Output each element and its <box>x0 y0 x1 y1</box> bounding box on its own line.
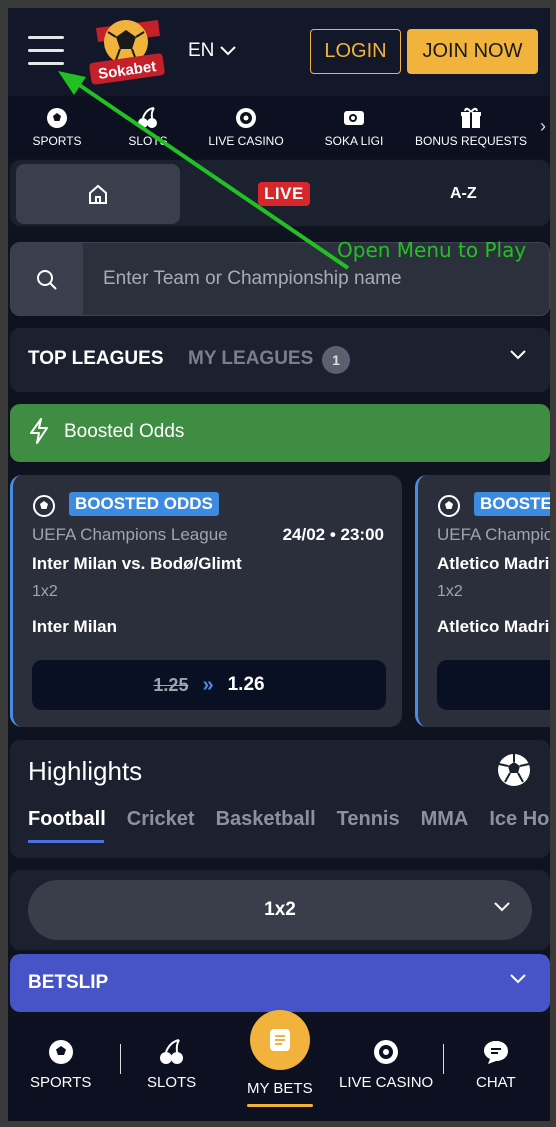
tab-cricket[interactable]: Cricket <box>127 808 195 831</box>
home-icon <box>89 184 107 204</box>
join-now-button[interactable]: JOIN NOW <box>407 29 538 74</box>
boosted-odds-badge: BOOSTED ODDS <box>474 492 550 516</box>
roulette-icon <box>236 108 256 128</box>
highlights-panel: Highlights Football Cricket Basketball T… <box>10 740 550 858</box>
tab-live[interactable]: LIVE <box>258 182 310 206</box>
tab-football[interactable]: Football <box>28 808 106 831</box>
category-label: BONUS REQUESTS <box>414 134 528 148</box>
cherries-icon <box>159 1039 183 1064</box>
annotation-text: Open Menu to Play <box>337 238 527 262</box>
language-selector[interactable]: EN <box>188 40 237 62</box>
divider <box>120 1044 121 1074</box>
chevron-down-icon <box>220 46 237 56</box>
selection-name: Atletico Madrid <box>437 617 550 636</box>
bottom-nav-label: SLOTS <box>147 1074 197 1091</box>
tab-ice-hockey[interactable]: Ice Hockey <box>489 808 550 831</box>
category-sports[interactable]: SPORTS <box>8 96 106 158</box>
tab-my-leagues[interactable]: MY LEAGUES <box>188 348 313 370</box>
tab-basketball[interactable]: Basketball <box>216 808 316 831</box>
tab-az[interactable]: A-Z <box>450 185 477 203</box>
chat-bubble-icon <box>483 1041 508 1064</box>
boosted-odds-label: Boosted Odds <box>64 421 185 442</box>
soccer-ball-icon <box>438 495 460 517</box>
soccer-ball-icon <box>47 108 67 128</box>
bottom-nav-chat[interactable]: CHAT <box>476 1038 516 1091</box>
sport-tabs: Football Cricket Basketball Tennis MMA I… <box>28 808 550 831</box>
bottom-nav-label: LIVE CASINO <box>339 1074 434 1091</box>
category-live-casino[interactable]: LIVE CASINO <box>190 96 302 158</box>
soccer-ball-icon <box>48 1040 73 1064</box>
cherries-icon <box>138 107 157 128</box>
betslip-bar[interactable]: BETSLIP <box>10 954 550 1012</box>
boosted-odds-button[interactable]: 1.25 » 1.26 <box>32 660 386 710</box>
boosted-odds-button[interactable] <box>437 660 550 710</box>
leagues-bar: TOP LEAGUES MY LEAGUES 1 <box>10 328 550 392</box>
search-button[interactable] <box>11 243 83 315</box>
gift-icon <box>461 107 481 128</box>
app-frame: Sokabet EN LOGIN JOIN NOW SPORTS SLOTS L… <box>8 8 550 1121</box>
betslip-label: BETSLIP <box>28 972 109 993</box>
league-name: UEFA Champions League <box>32 525 228 544</box>
bottom-nav-label[interactable]: MY BETS <box>247 1080 313 1097</box>
boost-card[interactable]: BOOSTED ODDS UEFA Champions League Atlet… <box>415 475 550 727</box>
new-odds: 1.26 <box>227 674 265 695</box>
boosted-odds-badge: BOOSTED ODDS <box>69 492 219 516</box>
chevron-down-icon[interactable] <box>510 350 526 360</box>
market-dropdown[interactable]: 1x2 <box>28 880 532 940</box>
soccer-ball-icon <box>498 754 530 786</box>
active-tab-indicator <box>28 840 104 843</box>
active-nav-indicator <box>247 1104 313 1107</box>
category-label: SPORTS <box>32 134 82 148</box>
my-leagues-count-badge: 1 <box>322 346 350 374</box>
league-name: UEFA Champions League <box>437 525 550 544</box>
tab-tennis[interactable]: Tennis <box>337 808 400 831</box>
highlights-title: Highlights <box>28 756 143 786</box>
my-bets-button[interactable] <box>250 1010 310 1070</box>
bottom-nav-slots[interactable]: SLOTS <box>147 1038 196 1091</box>
bottom-nav-label: CHAT <box>476 1074 516 1091</box>
hamburger-menu-icon[interactable] <box>28 36 64 66</box>
boost-card[interactable]: BOOSTED ODDS UEFA Champions League 24/02… <box>10 475 402 727</box>
search-icon <box>37 270 57 290</box>
view-tabs: LIVE A-Z <box>10 160 550 226</box>
selection-name: Inter Milan <box>32 617 118 636</box>
top-header: Sokabet EN LOGIN JOIN NOW <box>8 8 550 96</box>
roulette-icon <box>374 1040 399 1064</box>
boosted-odds-banner[interactable]: Boosted Odds <box>10 404 550 462</box>
bottom-nav-label: SPORTS <box>30 1074 92 1091</box>
double-chevron-right-icon: » <box>202 673 214 696</box>
bottom-nav-live-casino[interactable]: LIVE CASINO <box>339 1038 433 1091</box>
category-label: LIVE CASINO <box>208 134 284 148</box>
divider <box>443 1044 444 1074</box>
category-label: SLOTS <box>128 134 168 148</box>
category-soka-ligi[interactable]: SOKA LIGI <box>302 96 406 158</box>
bottom-nav-sports[interactable]: SPORTS <box>30 1038 91 1091</box>
soccer-ball-icon <box>33 495 55 517</box>
bet-slip-icon <box>270 1029 290 1051</box>
market-name: 1x2 <box>437 583 463 600</box>
ticket-icon <box>344 111 364 125</box>
match-datetime: 24/02 • 23:00 <box>282 525 384 544</box>
category-nav: SPORTS SLOTS LIVE CASINO SOKA LIGI BONUS… <box>8 96 550 158</box>
category-bonus-requests[interactable]: BONUS REQUESTS <box>406 96 536 158</box>
tab-mma[interactable]: MMA <box>421 808 469 831</box>
tab-home[interactable] <box>16 164 180 224</box>
chevron-right-icon[interactable]: › <box>540 116 546 137</box>
match-title: Atletico Madrid <box>437 554 550 573</box>
chevron-down-icon <box>494 902 510 912</box>
bottom-nav: SPORTS SLOTS MY BETS LIVE CASINO CHAT <box>8 1010 550 1121</box>
language-label: EN <box>188 40 215 61</box>
chevron-down-icon <box>510 974 526 984</box>
match-title: Inter Milan vs. Bodø/Glimt <box>32 554 242 573</box>
market-name: 1x2 <box>32 583 58 600</box>
tab-top-leagues[interactable]: TOP LEAGUES <box>28 348 164 370</box>
old-odds: 1.25 <box>153 674 189 695</box>
market-select-panel: 1x2 <box>10 870 550 950</box>
category-label: SOKA LIGI <box>324 134 384 148</box>
category-slots[interactable]: SLOTS <box>106 96 190 158</box>
lightning-bolt-icon <box>30 418 48 444</box>
login-button[interactable]: LOGIN <box>310 29 401 74</box>
sokabet-logo[interactable]: Sokabet <box>86 14 170 90</box>
